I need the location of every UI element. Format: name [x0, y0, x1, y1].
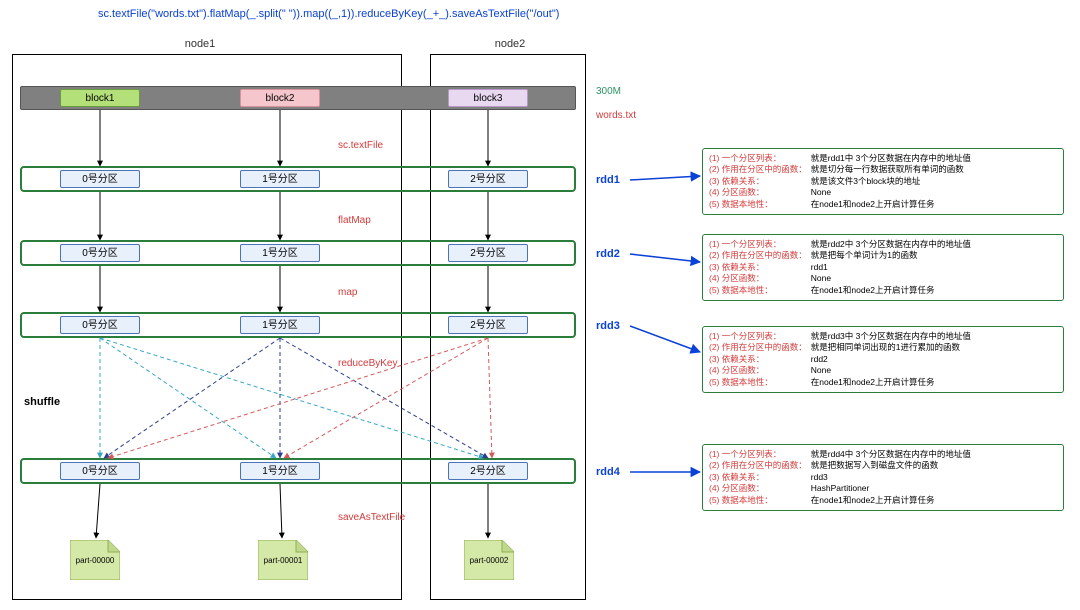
block2: block2: [240, 89, 320, 107]
rdd2-p2: 2号分区: [448, 244, 528, 262]
info-val: 就是rdd3中 3个分区数据在内存中的地址值: [811, 331, 975, 342]
info-key: (3) 依赖关系：: [709, 262, 811, 273]
rdd4-p0: 0号分区: [60, 462, 140, 480]
info-key: (5) 数据本地性：: [709, 495, 811, 506]
info-val: None: [811, 273, 975, 284]
info-key: (4) 分区函数：: [709, 273, 811, 284]
info-key: (2) 作用在分区中的函数：: [709, 460, 811, 471]
info-key: (5) 数据本地性：: [709, 199, 811, 210]
file-label: words.txt: [596, 110, 636, 121]
rdd1-label: rdd1: [596, 174, 620, 186]
info-val: 就是rdd2中 3个分区数据在内存中的地址值: [811, 239, 975, 250]
rdd3-label: rdd3: [596, 320, 620, 332]
info-key: (2) 作用在分区中的函数：: [709, 164, 811, 175]
rdd2-p1: 1号分区: [240, 244, 320, 262]
info-val: 就是把数据写入到磁盘文件的函数: [811, 460, 975, 471]
info-key: (1) 一个分区列表：: [709, 239, 811, 250]
op-flatmap: flatMap: [338, 215, 371, 226]
info-val: 在node1和node2上开启计算任务: [811, 199, 975, 210]
size-label: 300M: [596, 86, 621, 97]
rdd1-p1: 1号分区: [240, 170, 320, 188]
info-val: None: [811, 365, 975, 376]
info-key: (3) 依赖关系：: [709, 354, 811, 365]
info-val: 就是该文件3个block块的地址: [811, 176, 975, 187]
rdd4-info: (1) 一个分区列表：就是rdd4中 3个分区数据在内存中的地址值 (2) 作用…: [702, 444, 1064, 511]
rdd2-p0: 0号分区: [60, 244, 140, 262]
rdd3-info: (1) 一个分区列表：就是rdd3中 3个分区数据在内存中的地址值 (2) 作用…: [702, 326, 1064, 393]
info-val: None: [811, 187, 975, 198]
info-key: (1) 一个分区列表：: [709, 331, 811, 342]
file2-label: part-00002: [464, 556, 514, 565]
info-key: (5) 数据本地性：: [709, 377, 811, 388]
info-key: (5) 数据本地性：: [709, 285, 811, 296]
shuffle-label: shuffle: [24, 396, 60, 408]
info-key: (3) 依赖关系：: [709, 176, 811, 187]
file0-label: part-00000: [70, 556, 120, 565]
rdd3-p1: 1号分区: [240, 316, 320, 334]
rdd2-label: rdd2: [596, 248, 620, 260]
info-val: 在node1和node2上开启计算任务: [811, 495, 975, 506]
block3: block3: [448, 89, 528, 107]
info-val: HashPartitioner: [811, 483, 975, 494]
rdd4-label: rdd4: [596, 466, 620, 478]
rdd1-p0: 0号分区: [60, 170, 140, 188]
info-val: rdd1: [811, 262, 975, 273]
op-reducekey: reduceByKey: [338, 358, 397, 369]
info-val: 在node1和node2上开启计算任务: [811, 377, 975, 388]
info-key: (2) 作用在分区中的函数：: [709, 342, 811, 353]
info-key: (4) 分区函数：: [709, 187, 811, 198]
node2-label: node2: [480, 38, 540, 50]
op-save: saveAsTextFile: [338, 512, 405, 523]
op-textfile: sc.textFile: [338, 140, 383, 151]
info-val: 就是把相同单词出现的1进行累加的函数: [811, 342, 975, 353]
rdd1-p2: 2号分区: [448, 170, 528, 188]
info-key: (4) 分区函数：: [709, 365, 811, 376]
info-key: (1) 一个分区列表：: [709, 153, 811, 164]
info-val: rdd2: [811, 354, 975, 365]
code-expression: sc.textFile("words.txt").flatMap(_.split…: [98, 8, 559, 20]
info-val: 在node1和node2上开启计算任务: [811, 285, 975, 296]
file1-label: part-00001: [258, 556, 308, 565]
info-val: 就是rdd4中 3个分区数据在内存中的地址值: [811, 449, 975, 460]
info-val: rdd3: [811, 472, 975, 483]
info-val: 就是把每个单词计为1的函数: [811, 250, 975, 261]
node1-label: node1: [170, 38, 230, 50]
block1: block1: [60, 89, 140, 107]
info-key: (1) 一个分区列表：: [709, 449, 811, 460]
rdd3-p2: 2号分区: [448, 316, 528, 334]
rdd1-info: (1) 一个分区列表：就是rdd1中 3个分区数据在内存中的地址值 (2) 作用…: [702, 148, 1064, 215]
info-key: (2) 作用在分区中的函数：: [709, 250, 811, 261]
op-map: map: [338, 287, 357, 298]
info-val: 就是rdd1中 3个分区数据在内存中的地址值: [811, 153, 975, 164]
info-key: (3) 依赖关系：: [709, 472, 811, 483]
rdd2-info: (1) 一个分区列表：就是rdd2中 3个分区数据在内存中的地址值 (2) 作用…: [702, 234, 1064, 301]
info-key: (4) 分区函数：: [709, 483, 811, 494]
info-val: 就是切分每一行数据获取所有单词的函数: [811, 164, 975, 175]
rdd4-p1: 1号分区: [240, 462, 320, 480]
rdd4-p2: 2号分区: [448, 462, 528, 480]
rdd3-p0: 0号分区: [60, 316, 140, 334]
